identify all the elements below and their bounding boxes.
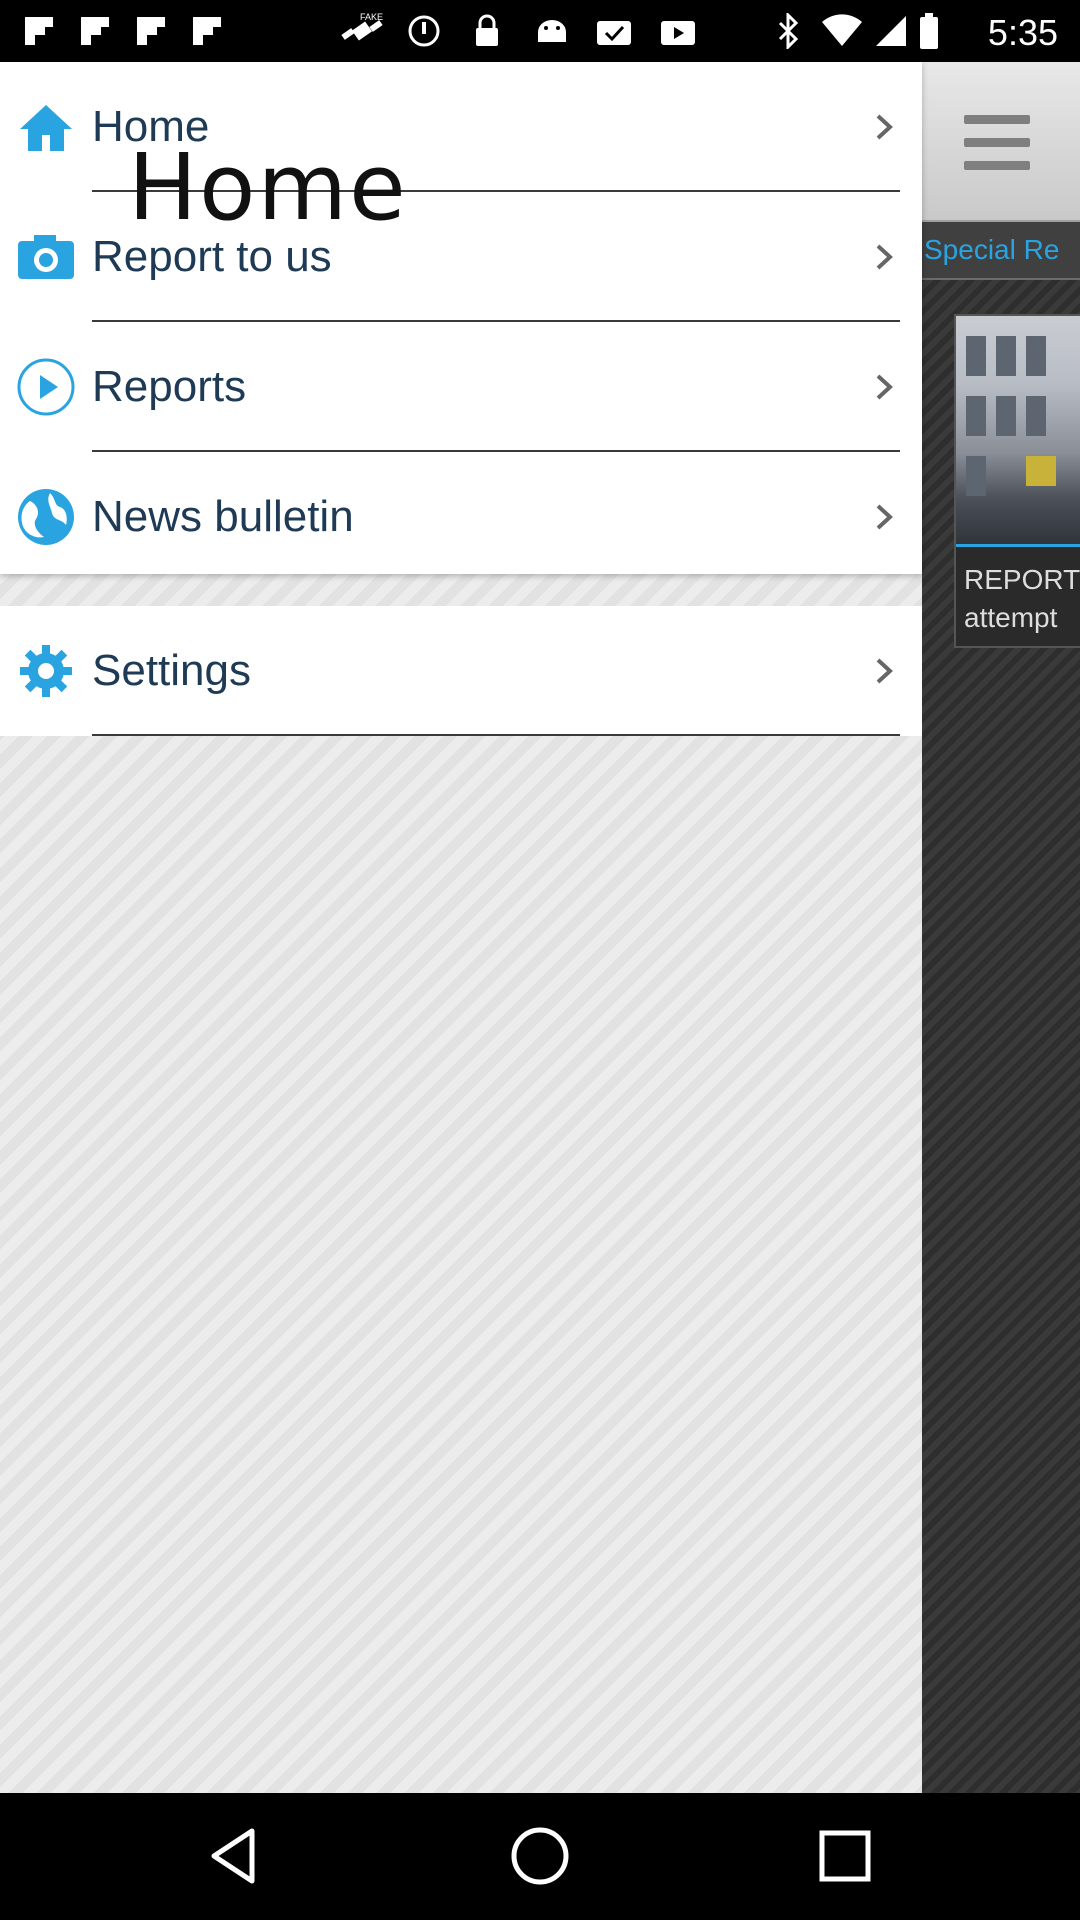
news-card[interactable]: REPORT attempt bbox=[954, 314, 1080, 648]
recents-button[interactable] bbox=[810, 1821, 880, 1891]
gear-icon bbox=[16, 641, 76, 701]
menu-item-label: News bulletin bbox=[92, 492, 354, 541]
play-icon bbox=[16, 357, 76, 417]
alarm-icon bbox=[406, 14, 442, 48]
drawer-menu-secondary: Settings bbox=[0, 606, 922, 736]
lock-icon bbox=[470, 14, 504, 48]
bluetooth-icon bbox=[774, 13, 804, 49]
chevron-right-icon bbox=[872, 112, 898, 142]
flipboard-icon bbox=[134, 14, 168, 48]
navigation-drawer: Home Report to us Reports News bulletin … bbox=[0, 62, 922, 1793]
chevron-right-icon bbox=[872, 502, 898, 532]
navigation-bar bbox=[0, 1793, 1080, 1920]
status-bar: FAKE 5:35 bbox=[0, 0, 1080, 62]
menu-item-label: Reports bbox=[92, 362, 247, 411]
menu-item-home[interactable]: Home bbox=[0, 62, 922, 192]
hamburger-menu-icon[interactable] bbox=[964, 115, 1030, 171]
special-reports-label: Special Re bbox=[924, 234, 1060, 265]
battery-icon bbox=[918, 13, 940, 49]
special-reports-tab[interactable]: Special Re bbox=[922, 222, 1080, 280]
menu-item-label: Report to us bbox=[92, 232, 332, 281]
back-button[interactable] bbox=[200, 1821, 270, 1891]
svg-text:FAKE: FAKE bbox=[360, 12, 383, 22]
status-time: 5:35 bbox=[987, 12, 1058, 53]
signal-icon bbox=[874, 14, 908, 48]
task-check-icon bbox=[594, 14, 634, 48]
camera-icon bbox=[16, 227, 76, 287]
flipboard-icon bbox=[22, 14, 56, 48]
flipboard-icon bbox=[190, 14, 224, 48]
news-card-text: REPORT attempt bbox=[956, 547, 1080, 646]
menu-item-report-to-us[interactable]: Report to us bbox=[0, 192, 922, 322]
background-app: Special Re REPORT attempt bbox=[922, 62, 1080, 1793]
app-header bbox=[922, 62, 1080, 222]
chevron-right-icon bbox=[872, 656, 898, 686]
news-card-title: REPORT bbox=[964, 564, 1080, 595]
menu-item-label: Home bbox=[92, 102, 210, 151]
chevron-right-icon bbox=[872, 372, 898, 402]
menu-item-news-bulletin[interactable]: News bulletin bbox=[0, 452, 922, 582]
menu-item-label: Settings bbox=[92, 646, 251, 695]
menu-item-settings[interactable]: Settings bbox=[0, 606, 922, 736]
flipboard-icon bbox=[78, 14, 112, 48]
menu-item-reports[interactable]: Reports bbox=[0, 322, 922, 452]
video-icon bbox=[658, 14, 698, 48]
wifi-icon bbox=[822, 14, 862, 48]
android-icon bbox=[532, 14, 572, 48]
drawer-menu-main: Home Report to us Reports News bulletin bbox=[0, 62, 922, 574]
chevron-right-icon bbox=[872, 242, 898, 272]
news-card-subtitle: attempt bbox=[964, 602, 1058, 633]
home-button[interactable] bbox=[505, 1821, 575, 1891]
globe-icon bbox=[16, 487, 76, 547]
fake-gps-icon: FAKE bbox=[340, 12, 384, 48]
news-thumbnail bbox=[956, 316, 1080, 544]
home-icon bbox=[16, 97, 76, 157]
divider bbox=[92, 734, 900, 736]
